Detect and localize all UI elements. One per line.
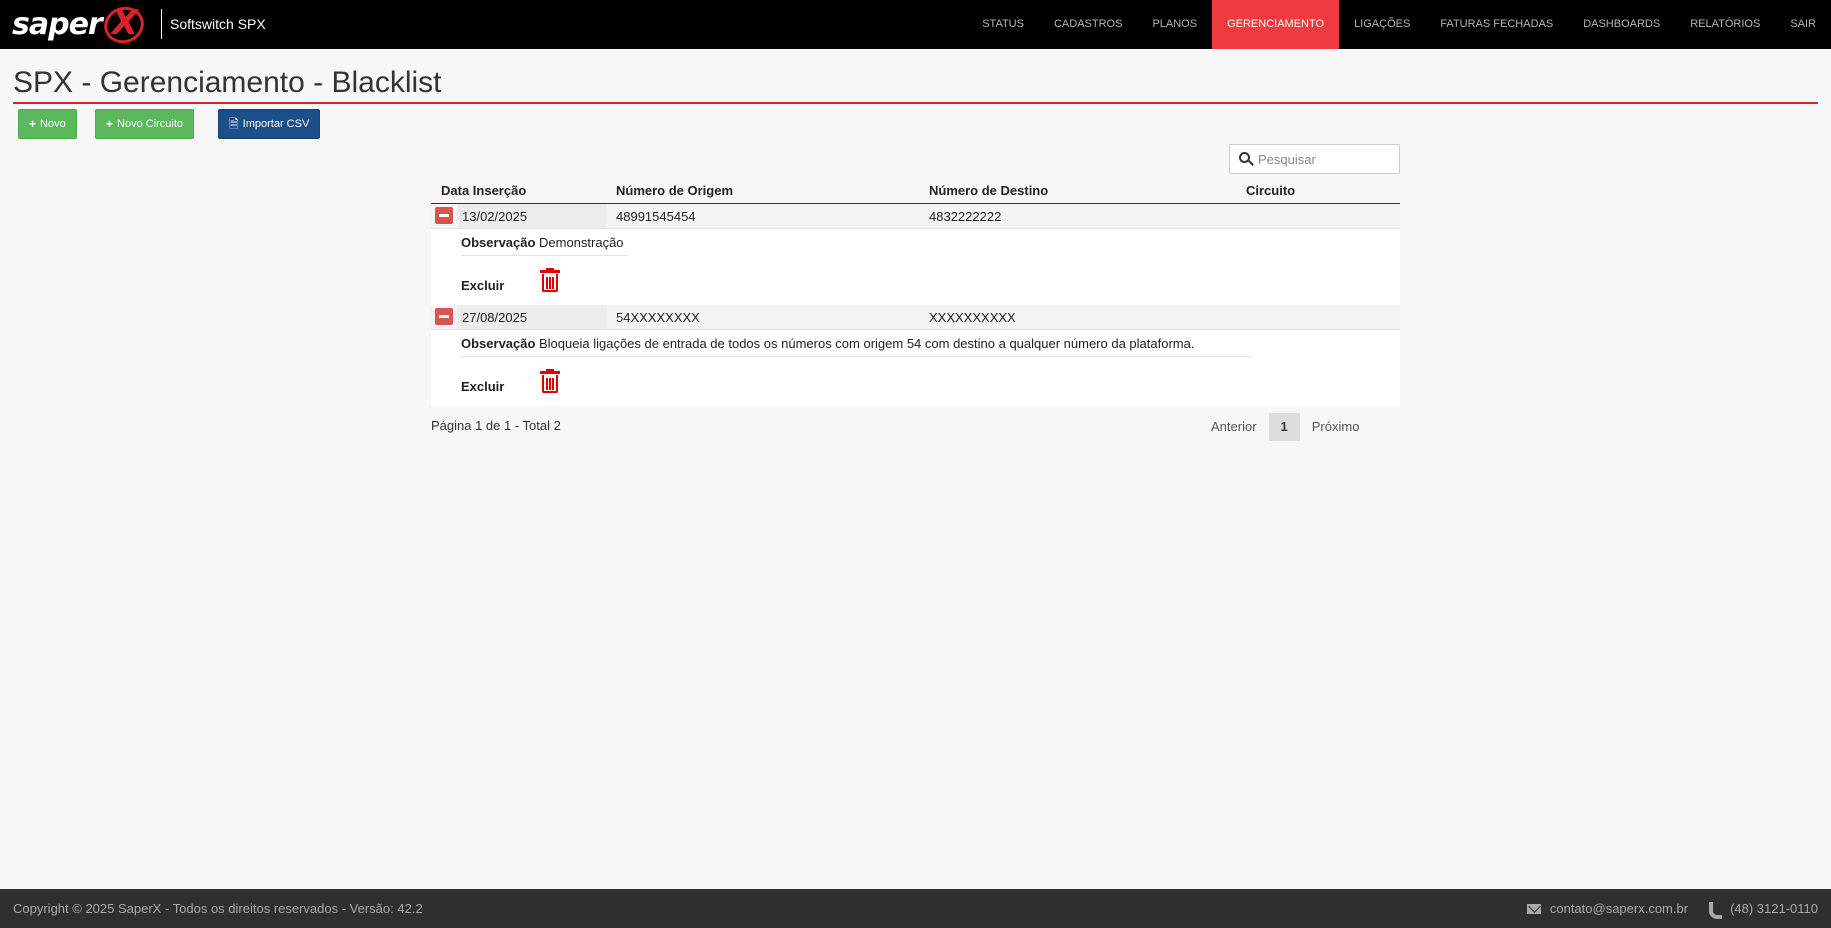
phone-icon: [1708, 902, 1723, 919]
cell-date: 13/02/2025: [462, 209, 528, 224]
nav-item-sair[interactable]: SAIR: [1775, 0, 1831, 49]
plus-icon: +: [29, 117, 37, 131]
observation-value: Demonstração: [539, 235, 624, 250]
nav-item-faturas-fechadas[interactable]: FATURAS FECHADAS: [1425, 0, 1568, 49]
observation-label: Observação: [461, 235, 536, 250]
search-box: [1229, 144, 1400, 174]
envelope-icon: [1526, 903, 1541, 914]
trash-icon[interactable]: [539, 369, 561, 395]
table-row[interactable]: 13/02/2025 48991545454 4832222222: [431, 204, 1400, 229]
nav-item-planos[interactable]: PLANOS: [1137, 0, 1212, 49]
cell-date: 27/08/2025: [462, 310, 528, 325]
product-name: Softswitch SPX: [170, 16, 266, 32]
collapse-row-icon[interactable]: [435, 207, 453, 224]
table-header: Data Inserção Número de Origem Número de…: [431, 181, 1400, 204]
divider: [461, 356, 1251, 357]
observation-value: Bloqueia ligações de entrada de todos os…: [539, 336, 1195, 351]
cell-origin: 54XXXXXXXX: [616, 310, 700, 325]
new-circuit-button-label: Novo Circuito: [117, 118, 184, 130]
nav-item-cadastros[interactable]: CADASTROS: [1039, 0, 1137, 49]
cell-origin: 48991545454: [616, 209, 696, 224]
import-csv-button[interactable]: 🗎 Importar CSV: [218, 109, 321, 139]
collapse-row-icon[interactable]: [435, 308, 453, 325]
cell-destination: 4832222222: [929, 209, 1002, 224]
copyright-text: Copyright © 2025 SaperX - Todos os direi…: [13, 901, 423, 916]
search-input[interactable]: [1258, 146, 1396, 172]
file-icon: 🗎: [229, 117, 239, 131]
main-nav: STATUS CADASTROS PLANOS GERENCIAMENTO LI…: [967, 0, 1831, 49]
new-button[interactable]: + Novo: [18, 109, 77, 139]
contact-phone: (48) 3121-0110: [1730, 901, 1818, 916]
column-header-circuit[interactable]: Circuito: [1246, 183, 1295, 198]
page-title: SPX - Gerenciamento - Blacklist: [13, 66, 442, 99]
contact-email[interactable]: contato@saperx.com.br: [1550, 901, 1688, 916]
search-icon: [1230, 145, 1258, 173]
delete-label: Excluir: [461, 379, 505, 394]
nav-item-gerenciamento[interactable]: GERENCIAMENTO: [1212, 0, 1340, 49]
plus-icon: +: [106, 117, 114, 131]
page-number-current[interactable]: 1: [1268, 413, 1300, 441]
title-underline: [13, 102, 1818, 104]
column-header-date[interactable]: Data Inserção: [441, 183, 526, 198]
nav-item-status[interactable]: STATUS: [967, 0, 1039, 49]
nav-item-dashboards[interactable]: DASHBOARDS: [1568, 0, 1675, 49]
row-detail: Observação Demonstração Excluir: [431, 229, 1400, 305]
logo-text: saper: [12, 7, 103, 42]
divider: [461, 255, 628, 256]
nav-item-ligacoes[interactable]: LIGAÇÕES: [1339, 0, 1425, 49]
new-button-label: Novo: [40, 118, 66, 130]
column-header-destination[interactable]: Número de Destino: [929, 183, 1048, 198]
saperx-logo[interactable]: saper X: [12, 0, 149, 49]
pagination-info: Página 1 de 1 - Total 2: [431, 418, 561, 433]
next-page-link[interactable]: Próximo: [1300, 413, 1372, 441]
footer-contact: contato@saperx.com.br (48) 3121-0110: [1526, 901, 1818, 919]
nav-item-relatorios[interactable]: RELATÓRIOS: [1675, 0, 1775, 49]
footer: Copyright © 2025 SaperX - Todos os direi…: [0, 889, 1831, 928]
previous-page-link[interactable]: Anterior: [1199, 413, 1269, 441]
import-csv-button-label: Importar CSV: [242, 118, 310, 130]
top-navbar: saper X Softswitch SPX STATUS CADASTROS …: [0, 0, 1831, 49]
cell-destination: XXXXXXXXXX: [929, 310, 1016, 325]
delete-label: Excluir: [461, 278, 505, 293]
new-circuit-button[interactable]: + Novo Circuito: [95, 109, 195, 139]
pagination: Anterior 1 Próximo: [1199, 413, 1371, 441]
brand-divider: [161, 9, 162, 39]
logo-x-mark: X: [98, 0, 149, 49]
table-row[interactable]: 27/08/2025 54XXXXXXXX XXXXXXXXXX: [431, 305, 1400, 330]
trash-icon[interactable]: [539, 268, 561, 294]
row-detail: Observação Bloqueia ligações de entrada …: [431, 330, 1400, 406]
observation-label: Observação: [461, 336, 536, 351]
column-header-origin[interactable]: Número de Origem: [616, 183, 733, 198]
